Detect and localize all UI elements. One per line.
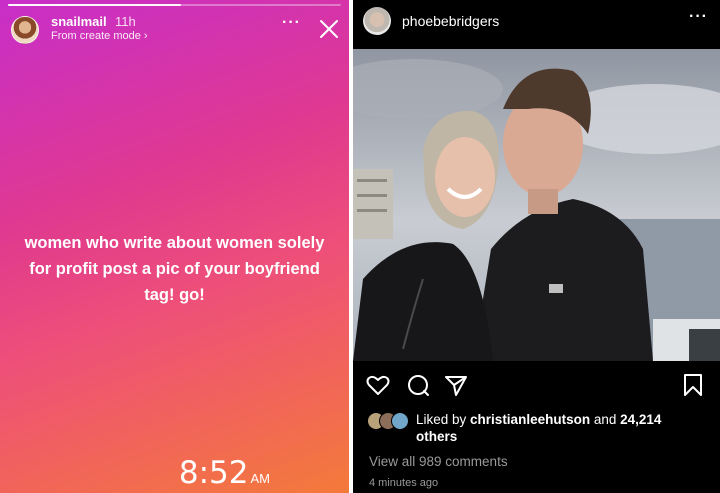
comment-icon[interactable] <box>405 372 431 398</box>
close-icon[interactable] <box>318 18 340 40</box>
post-username[interactable]: phoebebridgers <box>402 13 499 29</box>
post-more-options-icon[interactable]: ··· <box>689 8 708 26</box>
story-progress-fill <box>8 4 182 6</box>
post-photo[interactable] <box>353 49 720 361</box>
likes-count[interactable]: 24,214 <box>620 412 661 427</box>
story-avatar[interactable] <box>11 16 39 44</box>
liked-by-avatars[interactable] <box>367 412 415 432</box>
story-clock-time: 8:52 <box>178 455 249 491</box>
story-create-mode-link[interactable]: From create mode › <box>51 30 148 42</box>
heart-icon[interactable] <box>365 372 391 398</box>
story-clock: 8:52 AM <box>0 455 270 491</box>
post-action-bar <box>353 372 720 400</box>
story-timestamp: 11h <box>115 14 136 29</box>
likes-summary[interactable]: Liked by christianleehutson and 24,214 ot… <box>416 411 716 445</box>
story-panel[interactable]: snailmail 11h From create mode › ··· wom… <box>0 0 349 493</box>
story-progress-bar <box>8 4 341 6</box>
post-panel: phoebebridgers ··· Liked by christianlee… <box>353 0 720 493</box>
story-more-options-icon[interactable]: ··· <box>282 14 301 32</box>
view-comments-link[interactable]: View all 989 comments <box>369 454 508 469</box>
likes-prefix: Liked by <box>416 412 471 427</box>
liked-by-avatar <box>391 412 409 430</box>
bookmark-icon[interactable] <box>680 372 706 398</box>
post-timestamp: 4 minutes ago <box>369 477 439 489</box>
post-avatar[interactable] <box>363 7 391 35</box>
story-clock-ampm: AM <box>250 471 271 486</box>
likes-suffix[interactable]: others <box>416 429 457 444</box>
likes-mid: and <box>590 412 621 427</box>
story-text-caption: women who write about women solely for p… <box>24 234 325 304</box>
story-username[interactable]: snailmail <box>51 14 107 29</box>
liked-by-username[interactable]: christianleehutson <box>470 412 590 427</box>
share-icon[interactable] <box>443 372 469 398</box>
